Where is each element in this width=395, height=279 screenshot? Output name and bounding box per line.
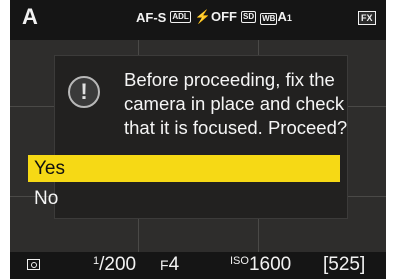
shutter-speed: 1/200 [93, 254, 137, 275]
picture-control-badge: SD [240, 11, 257, 23]
flash-icon: ⚡ [194, 9, 211, 24]
dialog-message: Before proceeding, fix the camera in pla… [124, 69, 348, 138]
aperture: F4 [160, 254, 180, 275]
top-status-bar: A AF-S ADL ⚡OFF SD WB A1 FX [10, 0, 386, 40]
flash-status: ⚡OFF [194, 9, 237, 24]
exposure-mode: A [22, 4, 38, 29]
bottom-info-bar: 1/200 F4 ISO1600 [525] [10, 252, 386, 279]
matrix-metering-icon [27, 259, 40, 270]
exclamation-icon: ! [68, 76, 100, 108]
shots-remaining: [525] [323, 254, 366, 275]
option-no[interactable]: No [28, 185, 340, 212]
image-area-fx-icon: FX [358, 11, 376, 25]
af-mode: AF-S [136, 9, 167, 25]
wb-icon: WB [260, 13, 278, 25]
active-d-lighting-badge: ADL [170, 11, 191, 23]
option-yes[interactable]: Yes [28, 155, 340, 182]
camera-lcd-screen: A AF-S ADL ⚡OFF SD WB A1 FX ! Before proc… [10, 0, 386, 279]
shooting-info-strip: AF-S ADL ⚡OFF SD WB A1 [136, 9, 292, 25]
white-balance: WB A1 [260, 9, 292, 25]
iso-sensitivity: ISO1600 [230, 254, 292, 275]
